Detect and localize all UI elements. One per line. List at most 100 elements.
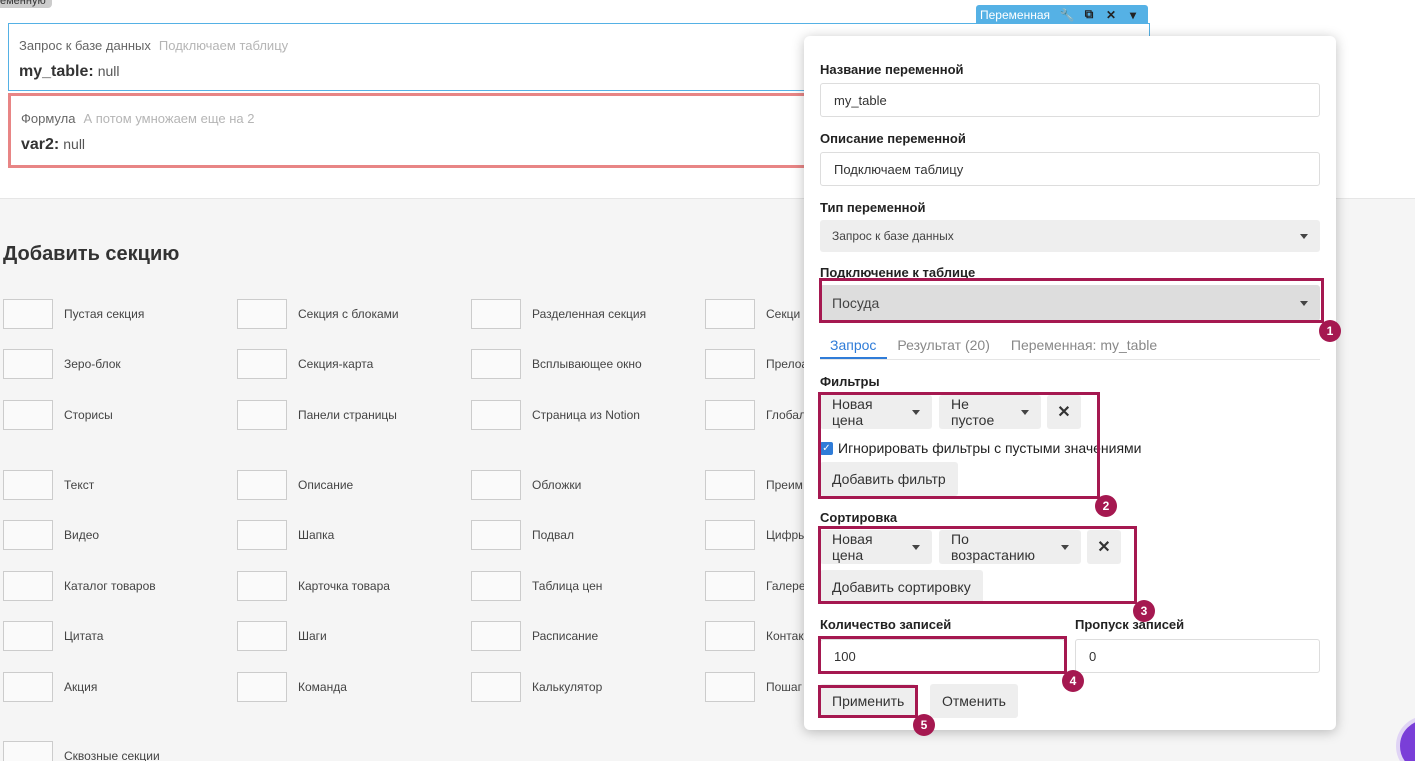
caret-icon	[1300, 233, 1308, 239]
section-item-label: Секция с блоками	[298, 307, 399, 321]
section-item-label: Шаги	[298, 629, 327, 643]
section-thumbnail-icon	[3, 470, 53, 500]
desc-label: Описание переменной	[820, 131, 966, 146]
section-item[interactable]: Всплывающее окно	[471, 348, 642, 380]
section-item-label: Команда	[298, 680, 347, 694]
section-thumbnail-icon	[705, 571, 755, 601]
section-item-label: Всплывающее окно	[532, 357, 642, 371]
close-icon[interactable]: ✕	[1100, 8, 1122, 22]
section-item[interactable]: Каталог товаров	[3, 570, 156, 602]
count-input[interactable]: 100	[820, 639, 1065, 673]
wrench-icon[interactable]: 🔧	[1056, 8, 1078, 22]
section-item[interactable]: Зеро-блок	[3, 348, 121, 380]
caret-icon	[1021, 409, 1029, 415]
section-item[interactable]: Контак	[705, 620, 804, 652]
section-item-label: Зеро-блок	[64, 357, 121, 371]
section-thumbnail-icon	[3, 400, 53, 430]
section-thumbnail-icon	[705, 349, 755, 379]
cancel-button[interactable]: Отменить	[930, 684, 1018, 718]
caret-icon	[1061, 544, 1069, 550]
section-thumbnail-icon	[705, 299, 755, 329]
checkbox-icon[interactable]: ✓	[820, 441, 833, 455]
section-item[interactable]: Секция-карта	[237, 348, 373, 380]
section-item-label: Галере	[766, 579, 806, 593]
marker-5: 5	[913, 714, 935, 736]
section-item[interactable]: Цифры	[705, 519, 807, 551]
section-item[interactable]: Преим	[705, 469, 803, 501]
section-item[interactable]: Глобал	[705, 399, 806, 431]
section-item[interactable]: Пошаг	[705, 671, 802, 703]
section-item-label: Обложки	[532, 478, 582, 492]
section-thumbnail-icon	[3, 520, 53, 550]
chevron-down-icon[interactable]: ▾	[1122, 8, 1144, 22]
section-item[interactable]: Панели страницы	[237, 399, 397, 431]
remove-filter-button[interactable]: ✕	[1047, 395, 1081, 429]
conn-select[interactable]: Посуда	[820, 285, 1320, 321]
sort-dir-dropdown[interactable]: По возрастанию	[939, 530, 1081, 564]
section-thumbnail-icon	[237, 349, 287, 379]
skip-input[interactable]: 0	[1075, 639, 1320, 673]
copy-icon[interactable]: ⧉	[1078, 7, 1100, 22]
section-item-label: Преим	[766, 478, 803, 492]
section-item[interactable]: Цитата	[3, 620, 103, 652]
filter-op-dropdown[interactable]: Не пустое	[939, 395, 1041, 429]
section-item[interactable]: Пустая секция	[3, 298, 144, 330]
section-item-label: Карточка товара	[298, 579, 390, 593]
section-item-label: Панели страницы	[298, 408, 397, 422]
section-thumbnail-icon	[237, 520, 287, 550]
tab-query[interactable]: Запрос	[820, 332, 888, 359]
section-item[interactable]: Секция с блоками	[237, 298, 399, 330]
section-item[interactable]: Текст	[3, 469, 94, 501]
type-label: Тип переменной	[820, 200, 926, 215]
ignore-empty-checkbox[interactable]: ✓ Игнорировать фильтры с пустыми значения…	[820, 440, 1142, 456]
name-input[interactable]: my_table	[820, 83, 1320, 117]
section-thumbnail-icon	[705, 621, 755, 651]
section-item[interactable]: Карточка товара	[237, 570, 390, 602]
tab-variable[interactable]: Переменная: my_table	[1001, 332, 1168, 359]
section-item[interactable]: Подвал	[471, 519, 574, 551]
filter-field-dropdown[interactable]: Новая цена	[820, 395, 932, 429]
section-item[interactable]: Прелоа	[705, 348, 808, 380]
section-thumbnail-icon	[3, 741, 53, 761]
section-thumbnail-icon	[471, 299, 521, 329]
section-item[interactable]: Страница из Notion	[471, 399, 640, 431]
section-item[interactable]: Шаги	[237, 620, 327, 652]
add-sort-button[interactable]: Добавить сортировку	[820, 570, 983, 604]
block-type: Запрос к базе данных	[19, 38, 151, 53]
section-thumbnail-icon	[3, 571, 53, 601]
ignore-empty-label: Игнорировать фильтры с пустыми значениям…	[838, 440, 1142, 456]
desc-input[interactable]: Подключаем таблицу	[820, 152, 1320, 186]
section-item[interactable]: Секци	[705, 298, 800, 330]
conn-label: Подключение к таблице	[820, 265, 976, 280]
marker-4: 4	[1062, 670, 1084, 692]
section-item[interactable]: Сквозные секции	[3, 740, 160, 761]
remove-sort-button[interactable]: ✕	[1087, 530, 1121, 564]
section-item-label: Расписание	[532, 629, 599, 643]
add-filter-button[interactable]: Добавить фильтр	[820, 462, 958, 496]
section-item[interactable]: Видео	[3, 519, 99, 551]
section-item[interactable]: Описание	[237, 469, 353, 501]
section-item[interactable]: Обложки	[471, 469, 581, 501]
section-thumbnail-icon	[3, 299, 53, 329]
section-item[interactable]: Сторисы	[3, 399, 113, 431]
sort-field-dropdown[interactable]: Новая цена	[820, 530, 932, 564]
type-select[interactable]: Запрос к базе данных	[820, 220, 1320, 252]
section-item-label: Калькулятор	[532, 680, 603, 694]
section-item[interactable]: Расписание	[471, 620, 598, 652]
section-item[interactable]: Команда	[237, 671, 347, 703]
section-item[interactable]: Разделенная секция	[471, 298, 646, 330]
caret-icon	[912, 544, 920, 550]
section-item-label: Акция	[64, 680, 98, 694]
section-item[interactable]: Акция	[3, 671, 97, 703]
section-item[interactable]: Галере	[705, 570, 806, 602]
section-item[interactable]: Калькулятор	[471, 671, 602, 703]
tab-result[interactable]: Результат (20)	[887, 332, 1000, 359]
section-item[interactable]: Шапка	[237, 519, 334, 551]
corner-tag: еменную	[0, 0, 52, 8]
block-description: Подключаем таблицу	[158, 38, 289, 53]
section-thumbnail-icon	[471, 349, 521, 379]
section-item-label: Цитата	[64, 629, 104, 643]
block-type: Формула	[21, 111, 76, 126]
section-item[interactable]: Таблица цен	[471, 570, 602, 602]
apply-button[interactable]: Применить	[820, 684, 917, 718]
